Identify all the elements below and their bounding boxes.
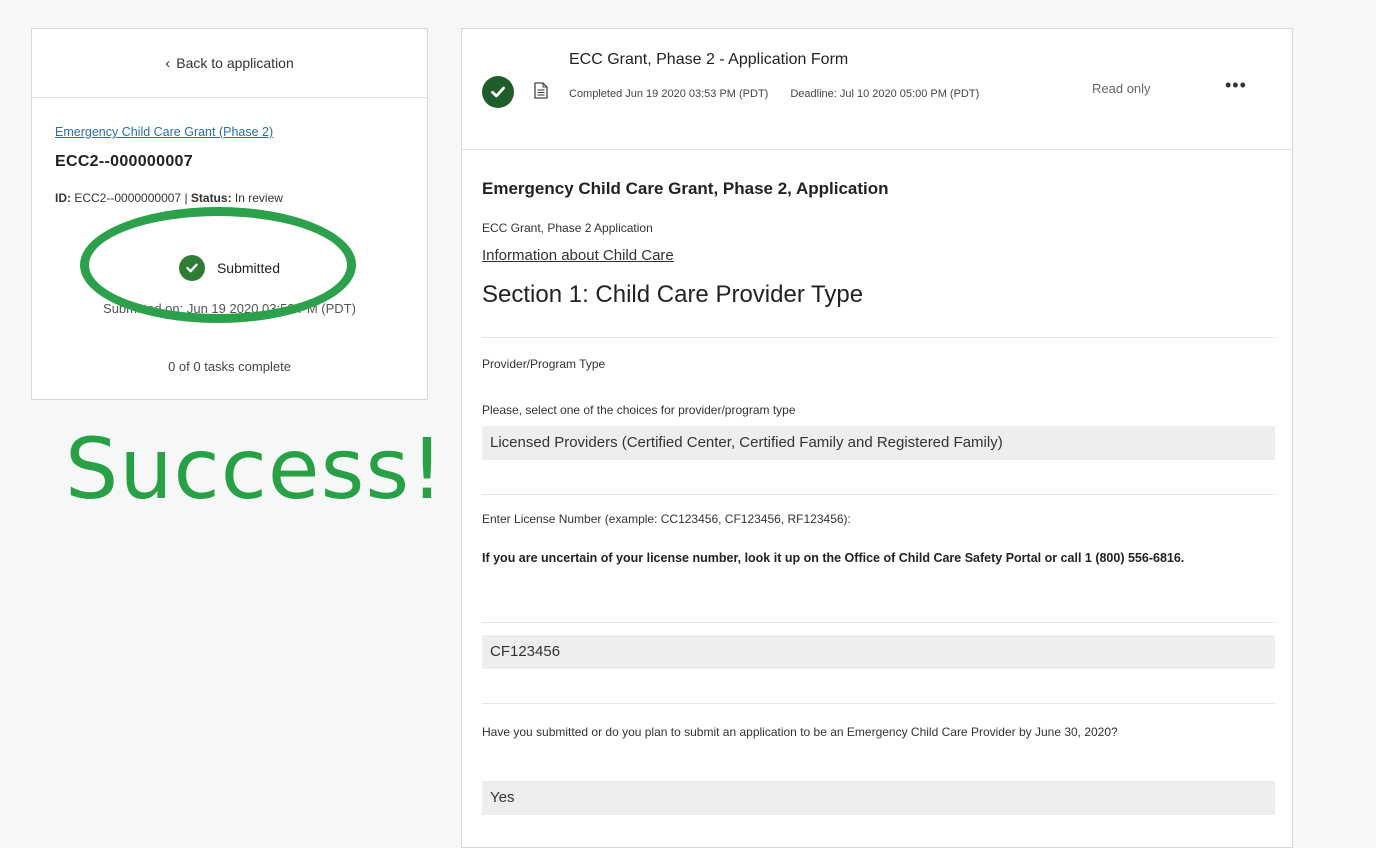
form-heading: Emergency Child Care Grant, Phase 2, App… <box>482 179 889 198</box>
read-only-badge: Read only <box>1092 81 1151 96</box>
chevron-left-icon: ‹ <box>165 54 171 72</box>
divider <box>482 622 1275 623</box>
back-to-application-link[interactable]: ‹ Back to application <box>32 29 427 98</box>
more-options-button[interactable]: ••• <box>1225 75 1247 96</box>
question-label: Enter License Number (example: CC123456,… <box>482 512 851 526</box>
form-title[interactable]: ECC Grant, Phase 2 - Application Form <box>569 51 848 69</box>
document-icon <box>534 82 548 104</box>
form-subheading: ECC Grant, Phase 2 Application <box>482 221 653 235</box>
answer-field: CF123456 <box>482 635 1275 669</box>
status-label: Status: <box>190 191 232 205</box>
divider <box>482 337 1275 338</box>
status-value: In review <box>234 191 283 205</box>
submitted-status: Submitted <box>32 255 427 281</box>
form-meta: Completed Jun 19 2020 03:53 PM (PDT) Dead… <box>569 81 1089 107</box>
section-title: Section 1: Child Care Provider Type <box>482 281 864 308</box>
check-circle-icon <box>178 255 205 281</box>
application-summary-card: ‹ Back to application Emergency Child Ca… <box>31 28 428 400</box>
tasks-complete-count: 0 of 0 tasks complete <box>168 359 291 374</box>
form-header: ECC Grant, Phase 2 - Application Form Co… <box>462 29 1292 150</box>
submitted-on-timestamp: Submitted on: Jun 19 2020 03:53 PM (PDT) <box>103 301 356 316</box>
application-meta: ID: ECC2--0000000007 | Status: In review <box>55 191 283 205</box>
id-value: ECC2--0000000007 <box>74 191 182 205</box>
answer-field: Licensed Providers (Certified Center, Ce… <box>482 426 1275 460</box>
question-prompt: Have you submitted or do you plan to sub… <box>482 725 1118 739</box>
deadline-timestamp: Deadline: Jul 10 2020 05:00 PM (PDT) <box>790 88 980 100</box>
question-help: If you are uncertain of your license num… <box>482 551 1185 565</box>
submitted-label: Submitted <box>216 260 281 276</box>
application-form-card: ECC Grant, Phase 2 - Application Form Co… <box>461 28 1293 848</box>
completed-check-icon <box>482 76 514 108</box>
divider <box>482 703 1275 704</box>
answer-field: Yes <box>482 781 1275 815</box>
information-link[interactable]: Information about Child Care <box>482 247 674 264</box>
divider <box>482 494 1275 495</box>
application-program-link[interactable]: Emergency Child Care Grant (Phase 2) <box>55 125 273 139</box>
completed-timestamp: Completed Jun 19 2020 03:53 PM (PDT) <box>569 88 769 100</box>
application-code: ECC2--000000007 <box>55 153 193 170</box>
success-annotation: Success! <box>65 420 445 518</box>
back-label: Back to application <box>176 55 294 71</box>
question-label: Provider/Program Type <box>482 357 606 371</box>
id-label: ID: <box>55 191 71 205</box>
question-prompt: Please, select one of the choices for pr… <box>482 403 796 417</box>
